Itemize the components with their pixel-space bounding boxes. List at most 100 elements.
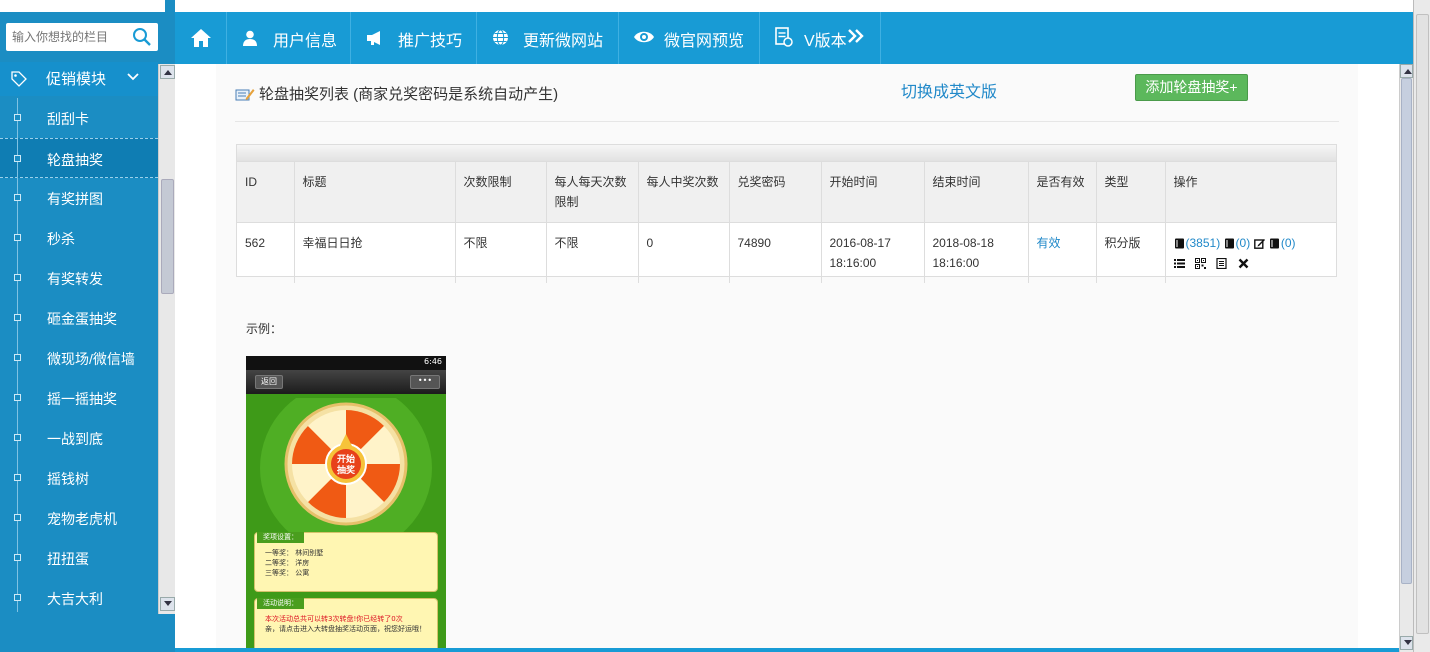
wheel-center-label: 抽奖 [337, 464, 356, 475]
sidebar-item-label: 微现场/微信墙 [47, 351, 135, 367]
sidebar-item-slot-machine[interactable]: 宠物老虎机 [0, 498, 158, 538]
example-phone-screenshot: 6:46 返回 ••• 开始 抽奖 奖项设置： 一等奖： 林间别墅 二等奖： 洋… [246, 356, 446, 652]
document-icon[interactable] [1216, 258, 1227, 270]
nav-promo-tips[interactable]: 推广技巧 [351, 12, 477, 64]
table-header-row: ID 标题 次数限制 每人每天次数限制 每人中奖次数 兑奖密码 开始时间 结束时… [237, 162, 1336, 223]
cell-type: 积分版 [1096, 222, 1166, 283]
sn-records-link[interactable]: (3851) [1174, 236, 1220, 250]
phone-back-button: 返回 [255, 375, 283, 389]
edit-icon[interactable] [1253, 238, 1265, 250]
activity-info-header: 活动说明： [257, 598, 304, 609]
column-header: 操作 [1173, 175, 1198, 189]
book-icon [1269, 238, 1279, 249]
sidebar-item-shake-lottery[interactable]: 摇一摇抽奖 [0, 378, 158, 418]
scrollbar-thumb[interactable] [1401, 78, 1412, 584]
top-strip [175, 0, 1413, 12]
bottom-strip [175, 648, 1413, 652]
valid-status-link[interactable]: 有效 [1037, 236, 1061, 250]
document-edit-icon [775, 27, 793, 47]
scroll-down-button[interactable] [160, 597, 175, 611]
nav-version[interactable]: V版本 [760, 12, 881, 64]
activity-notice: 本次活动总共可以转3次转盘!你已经转了0次 [265, 615, 403, 623]
book-icon [1224, 238, 1234, 249]
start-date: 2016-08-17 [829, 236, 891, 250]
column-header: ID [237, 162, 295, 223]
phone-more-button: ••• [410, 375, 440, 389]
user-icon [243, 30, 257, 46]
phone-status-bar: 6:46 [246, 356, 446, 370]
scrollbar-thumb[interactable] [161, 179, 174, 294]
content-panel: 轮盘抽奖列表 (商家兑奖密码是系统自动产生) 切换成英文版 添加轮盘抽奖+ ID… [216, 64, 1358, 652]
sidebar: 促销模块 刮刮卡 轮盘抽奖 有奖拼图 秒杀 有奖转发 砸金蛋抽奖 微现场/微信墙… [0, 0, 175, 652]
nav-update-site[interactable]: 更新微网站 [477, 12, 619, 64]
cell-valid: 有效 [1028, 222, 1097, 283]
nav-site-preview[interactable]: 微官网预览 [619, 12, 760, 64]
window-scrollbar[interactable] [1413, 0, 1430, 652]
sidebar-item-puzzle[interactable]: 有奖拼图 [0, 178, 158, 218]
activity-info-box: 活动说明： 本次活动总共可以转3次转盘!你已经转了0次 亲，请点击进入大转盘抽奖… [254, 598, 438, 652]
prize-line: 一等奖： 林间别墅 [265, 549, 324, 557]
prize-line: 三等奖： 公寓 [265, 569, 310, 577]
delete-icon[interactable] [1238, 258, 1249, 269]
sidebar-item-gashapon[interactable]: 扭扭蛋 [0, 538, 158, 578]
sidebar-item-label: 一战到底 [47, 431, 103, 447]
search-input[interactable] [6, 23, 128, 51]
sidebar-section-promotion[interactable]: 促销模块 [0, 62, 158, 96]
prize-settings-header: 奖项设置： [257, 532, 304, 543]
chevron-down-icon [127, 73, 139, 81]
list-icon[interactable] [1173, 258, 1185, 269]
sidebar-item-golden-egg[interactable]: 砸金蛋抽奖 [0, 298, 158, 338]
sidebar-item-label: 摇钱树 [47, 471, 89, 487]
scroll-up-button[interactable] [160, 65, 175, 79]
nav-home[interactable] [175, 12, 227, 64]
title-row: 轮盘抽奖列表 (商家兑奖密码是系统自动产生) 切换成英文版 添加轮盘抽奖+ [235, 74, 1339, 122]
nav-label: 更新微网站 [523, 33, 604, 50]
column-header: 每人每天次数限制 [546, 162, 639, 223]
cell-daily-limit: 不限 [546, 222, 639, 283]
op-count: (0) [1235, 236, 1251, 250]
column-header: 类型 [1096, 162, 1166, 223]
cell-times-limit: 不限 [455, 222, 547, 283]
winners-link[interactable]: (0) [1224, 236, 1251, 250]
sidebar-item-money-tree[interactable]: 摇钱树 [0, 458, 158, 498]
cell-id: 562 [237, 222, 295, 283]
nav-user-info[interactable]: 用户信息 [227, 12, 351, 64]
cell-win-limit: 0 [638, 222, 730, 283]
page-title: 轮盘抽奖列表 (商家兑奖密码是系统自动产生) [259, 86, 559, 103]
activity-text: 亲，请点击进入大转盘抽奖活动页面，祝您好运哦！ [265, 625, 426, 633]
search-icon[interactable] [132, 27, 152, 47]
scrollbar-thumb[interactable] [1416, 14, 1429, 634]
column-header: 标题 [294, 162, 456, 223]
qrcode-icon[interactable] [1194, 258, 1206, 270]
column-header: 结束时间 [924, 162, 1029, 223]
column-header: 每人中奖次数 [638, 162, 730, 223]
sidebar-scrollbar[interactable] [158, 64, 175, 614]
shares-link[interactable]: (0) [1269, 236, 1296, 250]
sidebar-item-scratch-card[interactable]: 刮刮卡 [0, 98, 158, 138]
cell-password: 74890 [729, 222, 822, 283]
sidebar-item-label: 有奖拼图 [47, 191, 103, 207]
scroll-up-button[interactable] [1400, 64, 1413, 78]
search-box [6, 23, 158, 51]
sidebar-item-label: 扭扭蛋 [47, 551, 89, 567]
sidebar-item-quiz-battle[interactable]: 一战到底 [0, 418, 158, 458]
sidebar-item-wechat-wall[interactable]: 微现场/微信墙 [0, 338, 158, 378]
phone-time: 6:46 [424, 357, 442, 366]
sidebar-footer [0, 614, 175, 652]
switch-english-link[interactable]: 切换成英文版 [901, 78, 997, 102]
table-header-bar [237, 145, 1336, 162]
sidebar-item-label: 秒杀 [47, 231, 75, 247]
scroll-down-button[interactable] [1400, 636, 1413, 650]
column-header: 兑奖密码 [729, 162, 822, 223]
megaphone-icon [367, 31, 380, 45]
prize-settings-box: 奖项设置： 一等奖： 林间别墅 二等奖： 洋房 三等奖： 公寓 [254, 532, 438, 592]
sidebar-item-label: 轮盘抽奖 [47, 152, 103, 168]
sidebar-item-wheel-lottery[interactable]: 轮盘抽奖 [0, 138, 158, 179]
sidebar-item-label: 砸金蛋抽奖 [47, 311, 117, 327]
sidebar-item-good-luck[interactable]: 大吉大利 [0, 578, 158, 612]
sidebar-item-flash-sale[interactable]: 秒杀 [0, 218, 158, 258]
add-wheel-lottery-button[interactable]: 添加轮盘抽奖+ [1135, 74, 1248, 101]
sidebar-item-share-reward[interactable]: 有奖转发 [0, 258, 158, 298]
content-scrollbar[interactable] [1399, 64, 1413, 652]
cell-start-time: 2016-08-17 18:16:00 [821, 222, 925, 283]
